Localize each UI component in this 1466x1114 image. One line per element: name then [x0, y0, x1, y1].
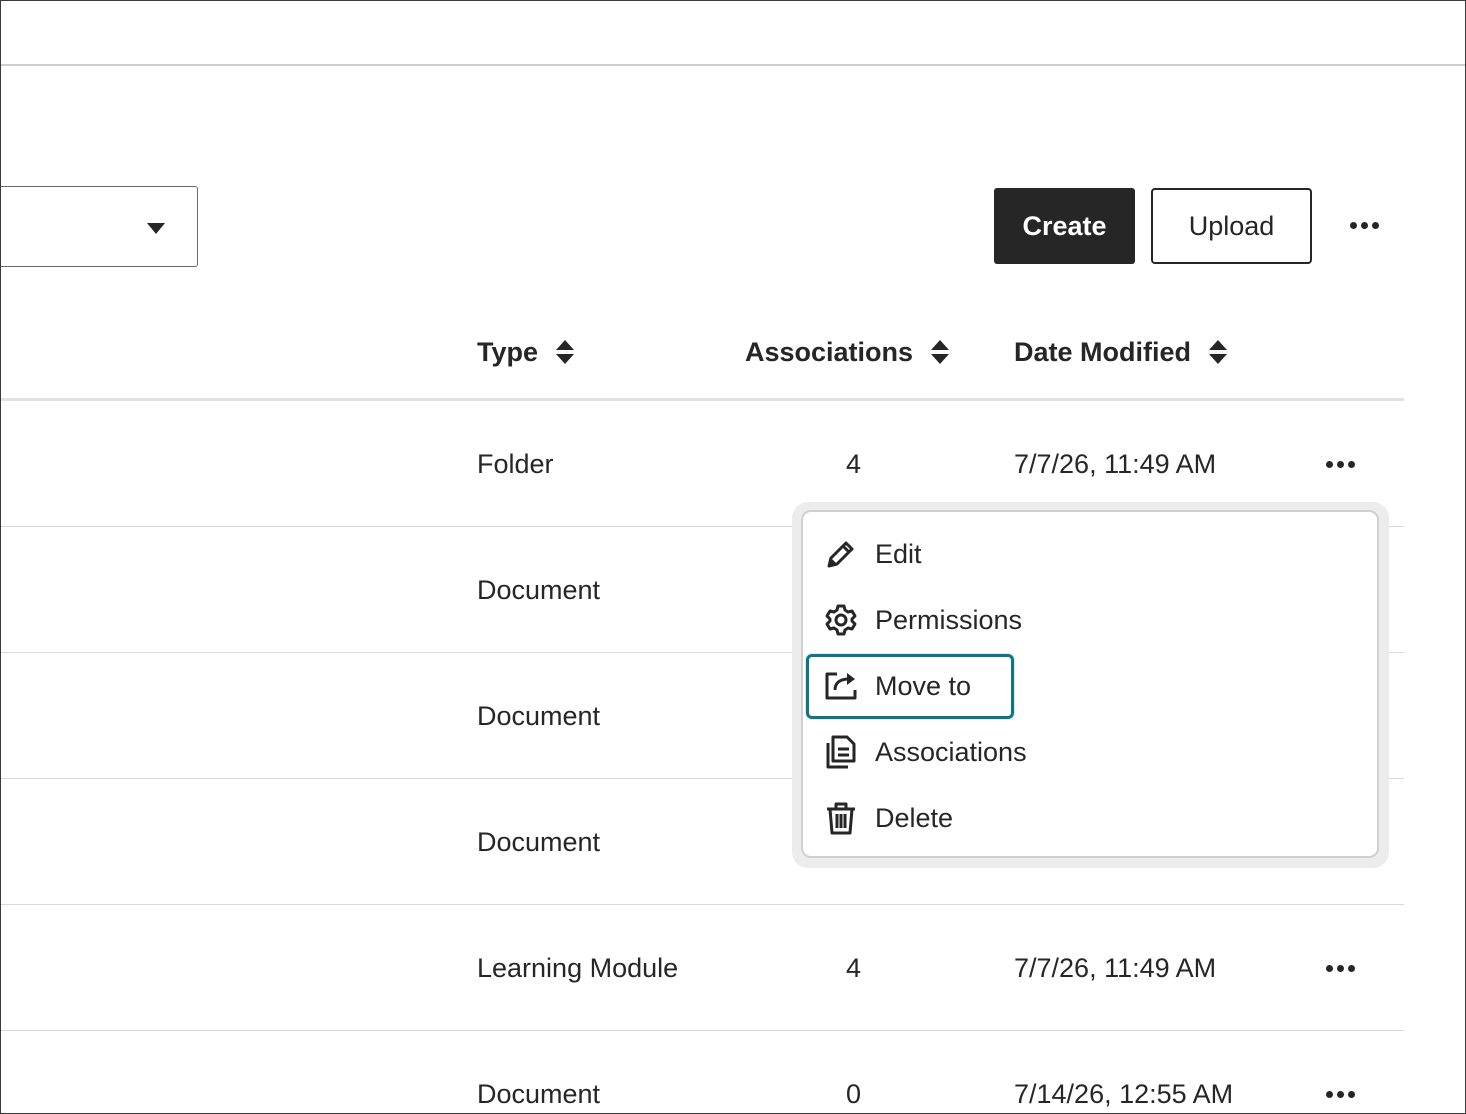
cell-type: Document	[477, 1078, 601, 1109]
trash-icon	[823, 800, 859, 836]
cell-type: Folder	[477, 448, 554, 479]
cell-type: Document	[477, 574, 601, 605]
table-row: Document 0 7/14/26, 12:55 AM	[1, 1031, 1404, 1113]
menu-item-label: Permissions	[875, 604, 1023, 635]
pencil-icon	[823, 536, 859, 572]
menu-item-associations[interactable]: Associations	[823, 730, 1027, 774]
column-header-date-modified[interactable]: Date Modified	[1014, 332, 1228, 372]
cell-type: Learning Module	[477, 952, 679, 983]
menu-item-delete[interactable]: Delete	[823, 796, 953, 840]
cell-date-modified: 7/14/26, 12:55 AM	[1014, 1078, 1234, 1109]
top-divider	[1, 64, 1465, 66]
cell-associations: 4	[846, 952, 862, 983]
cell-type: Document	[477, 700, 601, 731]
column-header-associations[interactable]: Associations	[745, 332, 950, 372]
row-more-options-icon[interactable]	[1326, 461, 1355, 468]
column-header-label: Date Modified	[1014, 336, 1192, 367]
table-row: Learning Module 4 7/7/26, 11:49 AM	[1, 905, 1404, 1031]
menu-item-edit[interactable]: Edit	[823, 532, 922, 576]
content-frame: Create Upload Type Associations Date Mod…	[0, 0, 1466, 1114]
menu-item-permissions[interactable]: Permissions	[823, 598, 1022, 642]
sort-icon[interactable]	[931, 339, 950, 365]
upload-button[interactable]: Upload	[1151, 188, 1312, 264]
menu-item-label: Move to	[875, 670, 972, 701]
column-header-type[interactable]: Type	[477, 332, 575, 372]
row-more-options-icon[interactable]	[1326, 965, 1355, 972]
gear-icon	[823, 602, 859, 638]
column-header-label: Type	[477, 336, 539, 367]
sort-icon[interactable]	[556, 339, 575, 365]
menu-item-label: Edit	[875, 538, 922, 569]
column-header-label: Associations	[745, 336, 914, 367]
caret-down-icon	[147, 223, 165, 234]
menu-item-label: Associations	[875, 736, 1027, 767]
cell-date-modified: 7/7/26, 11:49 AM	[1014, 952, 1217, 983]
create-button[interactable]: Create	[994, 188, 1135, 264]
cell-associations: 0	[846, 1078, 862, 1109]
row-more-options-icon[interactable]	[1326, 1091, 1355, 1098]
sort-icon[interactable]	[1209, 339, 1228, 365]
more-options-icon[interactable]	[1350, 222, 1379, 229]
filter-dropdown[interactable]	[1, 186, 198, 267]
cell-type: Document	[477, 826, 601, 857]
move-to-icon	[823, 668, 859, 704]
associations-icon	[823, 734, 859, 770]
menu-item-move-to[interactable]: Move to	[823, 664, 971, 708]
menu-item-label: Delete	[875, 802, 954, 833]
